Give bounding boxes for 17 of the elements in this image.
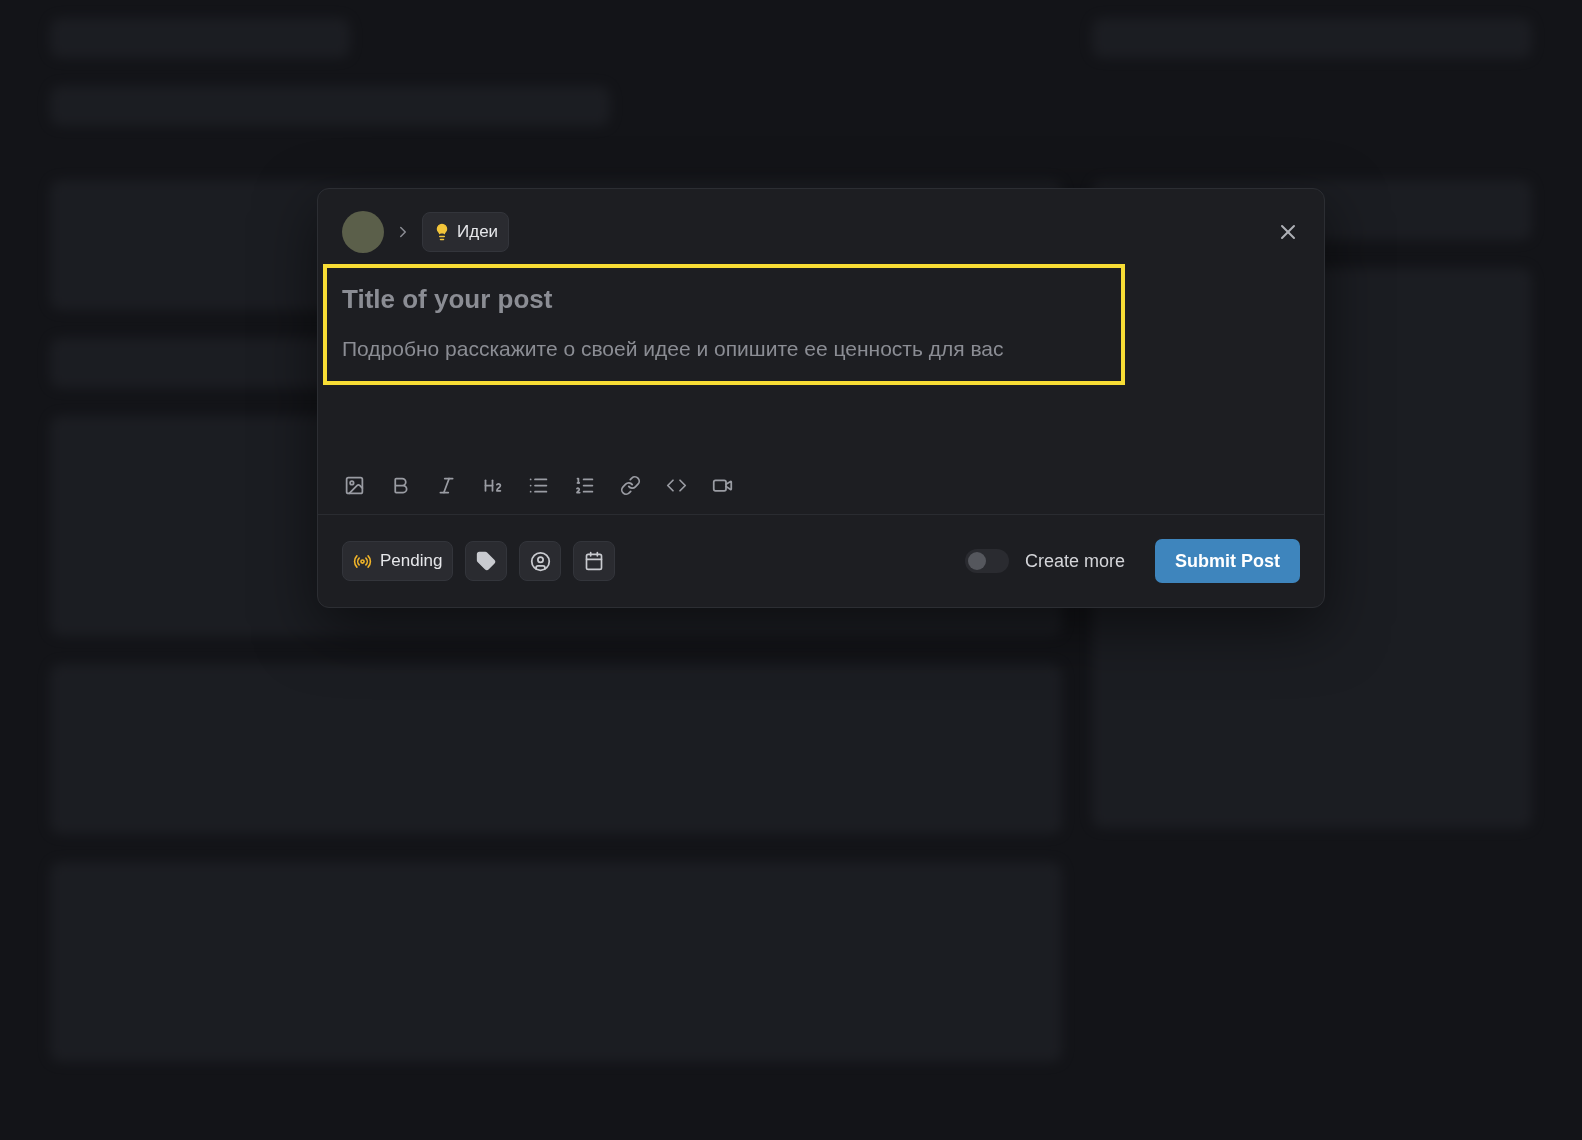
user-button[interactable] bbox=[519, 541, 562, 581]
image-icon[interactable] bbox=[344, 475, 365, 496]
tag-button[interactable] bbox=[465, 541, 508, 581]
tag-icon bbox=[476, 551, 497, 571]
title-field[interactable]: Title of your post bbox=[342, 284, 1106, 315]
calendar-button[interactable] bbox=[573, 541, 616, 581]
create-more-label: Create more bbox=[1024, 550, 1125, 572]
create-more-toggle[interactable] bbox=[964, 549, 1009, 573]
description-field[interactable]: Подробно расскажите о своей идее и опишите ее ценность для вас bbox=[342, 337, 1106, 361]
status-button[interactable]: Pending bbox=[342, 541, 454, 581]
avatar bbox=[342, 211, 384, 253]
category-button[interactable]: Идеи bbox=[422, 212, 510, 252]
link-icon[interactable] bbox=[620, 475, 641, 496]
numbered-list-icon[interactable] bbox=[574, 475, 595, 496]
user-icon bbox=[529, 550, 551, 572]
calendar-icon bbox=[584, 551, 605, 571]
submit-button[interactable]: Submit Post bbox=[1155, 539, 1300, 583]
